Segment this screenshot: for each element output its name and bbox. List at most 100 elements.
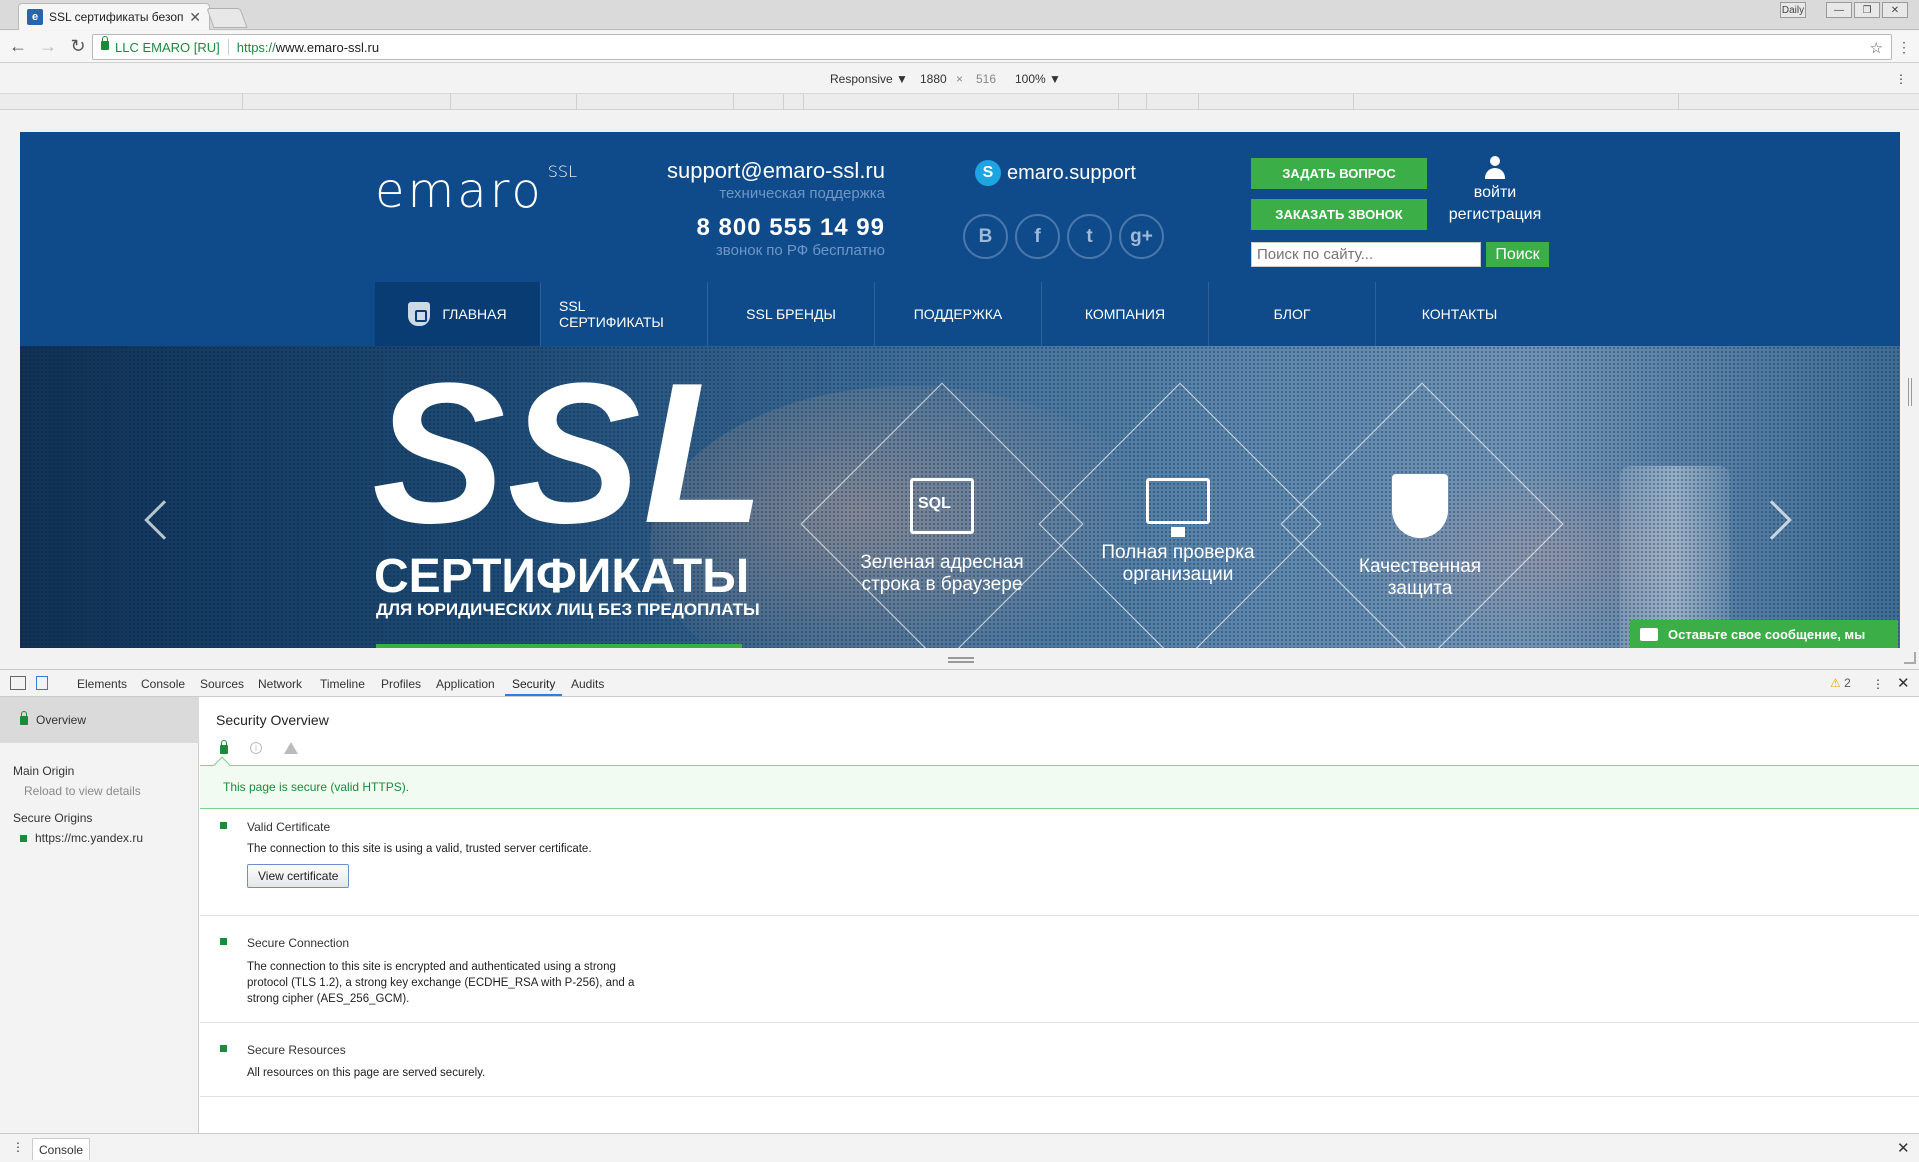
feature-protection: Качественная защита (1320, 474, 1520, 600)
tab-console[interactable]: Console (141, 677, 185, 691)
twitter-icon[interactable]: t (1067, 214, 1112, 259)
bookmark-star-icon[interactable]: ☆ (1870, 39, 1883, 57)
site-search-button[interactable]: Поиск (1486, 242, 1549, 267)
site-search-input[interactable] (1251, 242, 1481, 267)
ruler-segment[interactable] (734, 94, 784, 110)
nav-ssl-certificates[interactable]: SSL СЕРТИФИКАТЫ (541, 282, 708, 346)
ruler-segment[interactable] (577, 94, 734, 110)
login-block[interactable]: войти регистрация (1440, 156, 1550, 226)
tab-elements[interactable]: Elements (77, 677, 127, 691)
sql-icon-label: SQL (918, 495, 951, 512)
support-phone[interactable]: 8 800 555 14 99 (600, 214, 885, 242)
drawer-tab-console[interactable]: Console (32, 1138, 91, 1160)
drawer-menu-icon[interactable]: ⋮ (12, 1140, 24, 1154)
sidebar-overview-label: Overview (36, 713, 87, 727)
tab-audits[interactable]: Audits (571, 677, 604, 691)
ruler-segment[interactable] (1354, 94, 1679, 110)
nav-contacts[interactable]: КОНТАКТЫ (1376, 282, 1543, 346)
viewport-resize-handle-right[interactable] (1908, 378, 1912, 406)
tab-network[interactable]: Network (258, 677, 302, 691)
ruler-segment[interactable] (1147, 94, 1199, 110)
sidebar-origin-item[interactable]: https://mc.yandex.ru (20, 831, 143, 845)
support-phone-caption: звонок по РФ бесплатно (715, 242, 885, 259)
support-email-caption: техническая поддержка (719, 185, 885, 202)
browser-toolbar: ← → ↻ LLC EMARO [RU] https:// www.emaro-… (0, 31, 1919, 63)
devtools-close-icon[interactable]: ✕ (1897, 674, 1910, 692)
feature-green-bar: SQL Зеленая адресная строка в браузере (842, 478, 1042, 596)
profile-button[interactable]: Daily (1780, 2, 1806, 18)
tab-close-icon[interactable]: ✕ (189, 9, 201, 26)
viewport-resize-handle-bottom[interactable] (948, 657, 974, 663)
view-certificate-button[interactable]: View certificate (247, 864, 350, 888)
device-height-input[interactable]: 516 (976, 72, 996, 86)
back-arrow-icon[interactable]: ← (6, 35, 30, 59)
nav-company[interactable]: КОМПАНИЯ (1042, 282, 1209, 346)
inspect-element-icon[interactable] (10, 676, 26, 690)
hero-ssl-heading: SSL (372, 346, 767, 565)
tab-sources[interactable]: Sources (200, 677, 244, 691)
section-description: The connection to this site is using a v… (247, 843, 592, 855)
device-toolbar-menu-icon[interactable]: ⋮ (1895, 72, 1907, 86)
tab-profiles[interactable]: Profiles (381, 677, 421, 691)
warning-icon: ⚠ (1830, 676, 1841, 690)
request-call-button[interactable]: ЗАКАЗАТЬ ЗВОНОК (1251, 199, 1427, 230)
tab-application[interactable]: Application (436, 677, 495, 691)
nav-support[interactable]: ПОДДЕРЖКА (875, 282, 1042, 346)
secure-square-icon (220, 938, 227, 945)
facebook-icon[interactable]: f (1015, 214, 1060, 259)
devtools-tabbar: Elements Console Sources Network Timelin… (0, 670, 1919, 697)
sql-certificate-icon: SQL (910, 478, 974, 534)
ruler-segment[interactable] (243, 94, 451, 110)
section-title: Secure Connection (247, 936, 350, 950)
new-tab-button[interactable] (206, 8, 248, 28)
zoom-select[interactable]: 100% ▼ (1015, 72, 1061, 86)
device-width-input[interactable]: 1880 (920, 72, 947, 86)
section-description: The connection to this site is encrypted… (247, 961, 635, 1005)
tab-security[interactable]: Security (512, 677, 555, 691)
restore-icon[interactable]: ❐ (1854, 2, 1880, 18)
support-email[interactable]: support@emaro-ssl.ru (600, 158, 885, 184)
ruler-segment[interactable] (784, 94, 804, 110)
chat-widget[interactable]: Оставьте свое сообщение, мы (1630, 620, 1898, 648)
ruler-segment[interactable] (0, 94, 243, 110)
browser-menu-icon[interactable]: ⋮ (1897, 39, 1911, 56)
google-plus-icon[interactable]: g+ (1119, 214, 1164, 259)
feature-line1: Зеленая адресная (860, 552, 1024, 573)
minimize-icon[interactable]: — (1826, 2, 1852, 18)
browser-tab[interactable]: e SSL сертификаты безоп ✕ (18, 3, 210, 30)
nav-blog[interactable]: БЛОГ (1209, 282, 1376, 346)
ruler-segment[interactable] (804, 94, 1119, 110)
device-mode-select[interactable]: Responsive ▼ (830, 72, 908, 86)
sidebar-overview[interactable]: Overview (0, 697, 199, 743)
url-host: www.emaro-ssl.ru (275, 39, 380, 55)
nav-home[interactable]: ГЛАВНАЯ (375, 282, 541, 346)
viewport-resize-corner[interactable] (1904, 652, 1916, 664)
ruler-segment[interactable] (1199, 94, 1354, 110)
ruler-segment[interactable] (451, 94, 577, 110)
warning-triangle-icon (284, 741, 298, 754)
ask-question-button[interactable]: ЗАДАТЬ ВОПРОС (1251, 158, 1427, 189)
window-buttons: — ❐ ✕ (1826, 2, 1908, 18)
register-link[interactable]: регистрация (1440, 204, 1550, 226)
address-bar[interactable]: LLC EMARO [RU] https:// www.emaro-ssl.ru… (92, 34, 1892, 60)
vk-icon[interactable]: B (963, 214, 1008, 259)
media-query-ruler (0, 94, 1919, 110)
nav-ssl-brands[interactable]: SSL БРЕНДЫ (708, 282, 875, 346)
section-title: Secure Resources (247, 1043, 346, 1057)
section-description: All resources on this page are served se… (247, 1067, 486, 1079)
tab-timeline[interactable]: Timeline (320, 677, 365, 691)
ruler-segment[interactable] (1119, 94, 1147, 110)
forward-arrow-icon[interactable]: → (36, 35, 60, 59)
drawer-close-icon[interactable]: ✕ (1897, 1139, 1910, 1157)
section-title: Valid Certificate (247, 820, 331, 834)
reload-icon[interactable]: ↻ (66, 35, 90, 59)
skype-contact[interactable]: S emaro.support (975, 160, 1136, 186)
devtools-menu-icon[interactable]: ⋮ (1872, 677, 1884, 691)
feature-line2: защита (1387, 578, 1453, 599)
emaro-logo[interactable]: emaro SSL (375, 162, 577, 219)
window-close-icon[interactable]: ✕ (1882, 2, 1908, 18)
skype-icon: S (975, 160, 1001, 186)
login-link[interactable]: войти (1440, 182, 1550, 204)
warnings-counter[interactable]: ⚠ 2 (1830, 676, 1851, 690)
device-mode-icon[interactable] (36, 676, 48, 690)
